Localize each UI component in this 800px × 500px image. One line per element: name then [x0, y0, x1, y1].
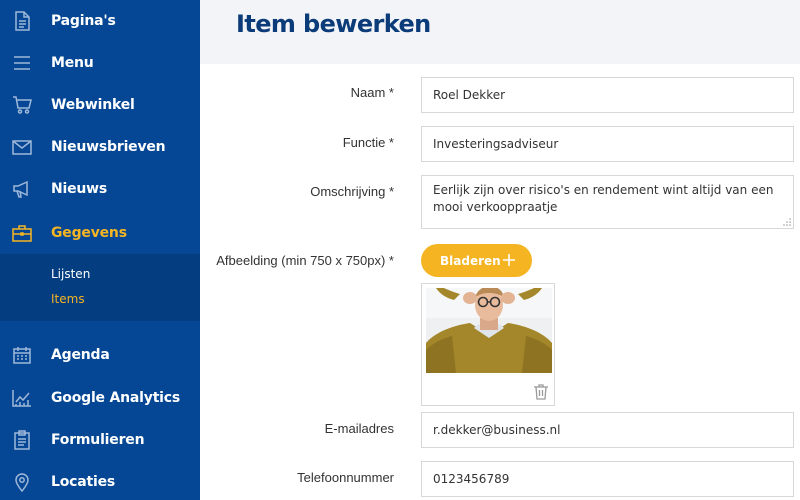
sidebar-item-locaties[interactable]: Locaties	[0, 461, 200, 500]
submenu-item-lijsten[interactable]: Lijsten	[51, 267, 90, 281]
image-label: Afbeelding (min 750 x 750px) *	[216, 253, 394, 268]
submenu-item-items[interactable]: Items	[51, 292, 85, 306]
cart-icon	[12, 95, 32, 115]
phone-field[interactable]: 0123456789	[421, 461, 794, 497]
name-label: Naam *	[350, 85, 394, 100]
resize-grip-icon[interactable]	[783, 218, 791, 226]
location-pin-icon	[12, 472, 32, 492]
person-photo	[426, 288, 552, 373]
calendar-icon	[12, 345, 32, 365]
name-value: Roel Dekker	[433, 88, 506, 102]
sidebar-item-label: Webwinkel	[51, 97, 135, 113]
page-header: Item bewerken	[200, 0, 800, 64]
sidebar-item-google-analytics[interactable]: Google Analytics	[0, 377, 200, 419]
clipboard-icon	[12, 430, 32, 450]
sidebar-item-agenda[interactable]: Agenda	[0, 334, 200, 376]
sidebar-item-label: Gegevens	[51, 225, 127, 241]
function-field[interactable]: Investeringsadviseur	[421, 126, 794, 162]
email-value: r.dekker@business.nl	[433, 423, 561, 437]
image-preview	[421, 283, 555, 406]
chart-icon	[12, 388, 32, 408]
description-value: Eerlijk zijn over risico's en rendement …	[433, 183, 774, 214]
description-label: Omschrijving *	[310, 184, 394, 199]
sidebar-submenu: Lijsten Items	[0, 254, 200, 321]
menu-icon	[12, 53, 32, 73]
sidebar-item-label: Menu	[51, 55, 94, 71]
sidebar-item-formulieren[interactable]: Formulieren	[0, 419, 200, 461]
function-value: Investeringsadviseur	[433, 137, 559, 151]
trash-icon[interactable]	[533, 383, 549, 400]
name-field[interactable]: Roel Dekker	[421, 77, 794, 113]
sidebar-item-gegevens[interactable]: Gegevens	[0, 212, 200, 254]
sidebar-item-label: Formulieren	[51, 432, 145, 448]
plus-icon	[503, 254, 515, 266]
browse-button[interactable]: Bladeren	[421, 244, 532, 277]
briefcase-icon	[12, 223, 32, 243]
megaphone-icon	[12, 179, 32, 199]
sidebar: Pagina's Menu Webwinkel Nieuwsbrieven Ni…	[0, 0, 200, 500]
phone-value: 0123456789	[433, 472, 510, 486]
sidebar-item-label: Agenda	[51, 347, 110, 363]
page-title: Item bewerken	[236, 10, 431, 38]
sidebar-item-label: Nieuwsbrieven	[51, 139, 166, 155]
function-label: Functie *	[342, 135, 394, 150]
phone-label: Telefoonnummer	[297, 470, 394, 485]
email-field[interactable]: r.dekker@business.nl	[421, 412, 794, 448]
sidebar-item-nieuws[interactable]: Nieuws	[0, 168, 200, 210]
sidebar-item-nieuwsbrieven[interactable]: Nieuwsbrieven	[0, 126, 200, 168]
sidebar-item-webwinkel[interactable]: Webwinkel	[0, 84, 200, 126]
sidebar-item-paginas[interactable]: Pagina's	[0, 0, 200, 42]
sidebar-item-label: Nieuws	[51, 181, 108, 197]
sidebar-item-menu[interactable]: Menu	[0, 42, 200, 84]
sidebar-item-label: Pagina's	[51, 13, 116, 29]
sidebar-item-label: Locaties	[51, 474, 116, 490]
sidebar-item-label: Google Analytics	[51, 390, 181, 406]
envelope-icon	[12, 137, 32, 157]
browse-button-label: Bladeren	[440, 253, 501, 268]
description-textarea[interactable]: Eerlijk zijn over risico's en rendement …	[421, 175, 794, 229]
document-icon	[12, 11, 32, 31]
email-label: E-mailadres	[324, 421, 394, 436]
